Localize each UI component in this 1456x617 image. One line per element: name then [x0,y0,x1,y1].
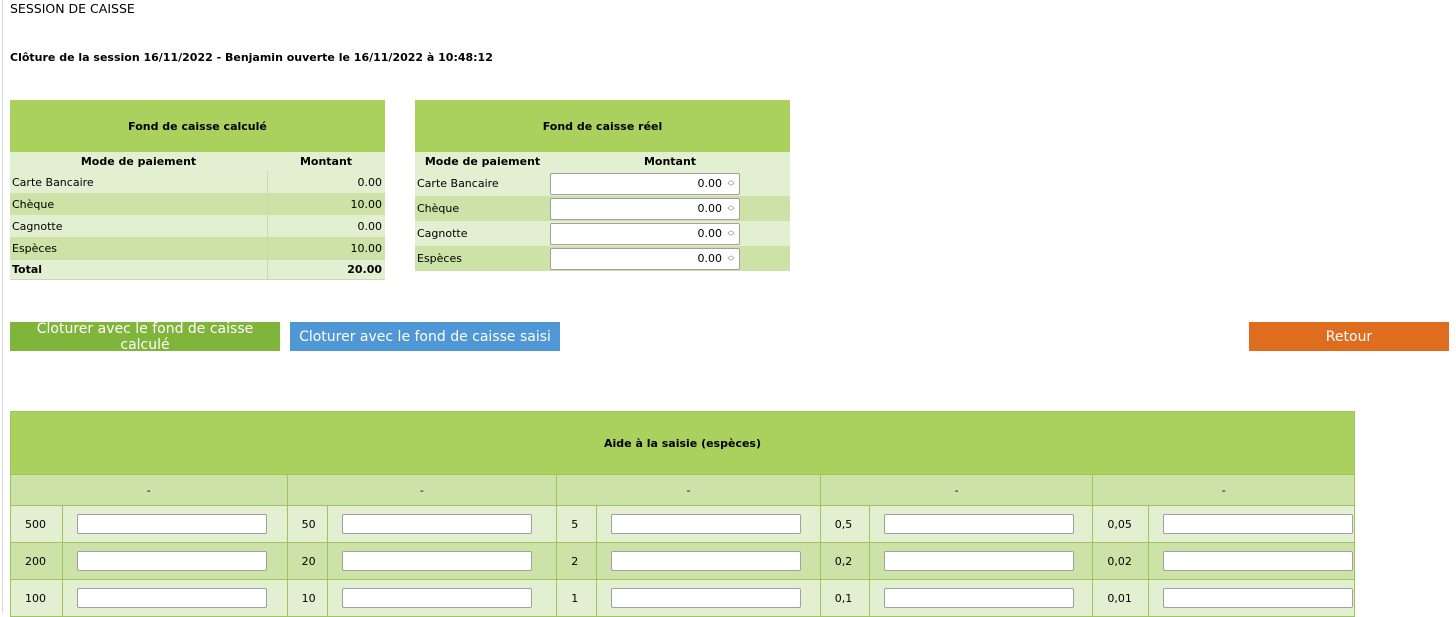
session-info: Clôture de la session 16/11/2022 - Benja… [10,51,493,64]
close-with-calculated-button[interactable]: Cloturer avec le fond de caisse calculé [10,321,280,353]
table-row: 500 50 5 0,5 0,05 [10,505,1355,543]
denomination-label: 0,5 [819,505,870,543]
count-input-0-5[interactable] [883,514,1074,534]
denomination-label: 1 [556,579,598,617]
close-with-entered-button[interactable]: Cloturer avec le fond de caisse saisi [290,322,560,351]
amount-input-value: 0.00 [697,202,723,215]
table-row: Carte Bancaire 0.00 ︿ ﹀ [415,171,790,196]
amount-input-cheque[interactable]: 0.00 ︿ ﹀ [550,197,740,220]
helper-column-header: - [286,474,557,506]
denomination-label: 20 [286,542,328,580]
col-header-payment-mode: Mode de paiement [415,152,550,171]
amount-value: 0.00 [266,171,385,193]
denomination-label: 0,02 [1092,542,1150,580]
helper-column-header: - [819,474,1093,506]
count-input-1[interactable] [611,588,802,608]
count-input-0-02[interactable] [1163,551,1354,571]
payment-mode-label: Carte Bancaire [415,171,550,196]
table-row: Carte Bancaire 0.00 [10,171,385,193]
amount-value: 10.00 [266,237,385,260]
payment-mode-label: Carte Bancaire [10,171,267,193]
cash-entry-helper-table: Aide à la saisie (espèces) - - - - - 500… [10,411,1355,617]
spinner-icon[interactable]: ︿ ﹀ [726,226,736,241]
amount-input-value: 0.00 [697,252,723,265]
count-input-100[interactable] [77,588,267,608]
payment-mode-label: Chèque [415,196,550,221]
table-row: Chèque 10.00 [10,193,385,215]
total-row: Total 20.00 [10,259,385,280]
denomination-label: 2 [556,542,598,580]
payment-mode-label: Espèces [415,246,550,271]
helper-column-header: - [556,474,821,506]
table-row: 100 10 1 0,1 0,01 [10,579,1355,617]
table-row: Chèque 0.00 ︿ ﹀ [415,196,790,221]
calculated-fund-table: Fond de caisse calculé Mode de paiement … [10,100,385,280]
count-input-200[interactable] [77,551,267,571]
total-amount: 20.00 [266,259,385,280]
table-row: Cagnotte 0.00 [10,215,385,237]
payment-mode-label: Cagnotte [10,215,267,237]
amount-value: 10.00 [266,193,385,215]
denomination-label: 500 [10,505,63,543]
payment-mode-label: Espèces [10,237,267,260]
spinner-icon[interactable]: ︿ ﹀ [726,176,736,191]
table-row: Cagnotte 0.00 ︿ ﹀ [415,221,790,246]
payment-mode-label: Chèque [10,193,267,215]
denomination-label: 100 [10,579,63,617]
helper-title: Aide à la saisie (espèces) [10,411,1355,475]
table-row: 200 20 2 0,2 0,02 [10,542,1355,580]
col-header-amount: Montant [267,152,385,171]
count-input-0-1[interactable] [883,588,1074,608]
page-title: SESSION DE CAISSE [10,1,135,16]
page-left-border [2,0,3,613]
count-input-0-2[interactable] [883,551,1074,571]
table-row: Espèces 0.00 ︿ ﹀ [415,246,790,271]
total-label: Total [10,259,267,280]
denomination-label: 10 [286,579,328,617]
back-button[interactable]: Retour [1249,322,1449,351]
amount-input-value: 0.00 [697,227,723,240]
amount-input-cagnotte[interactable]: 0.00 ︿ ﹀ [550,222,740,245]
denomination-label: 200 [10,542,63,580]
col-header-payment-mode: Mode de paiement [10,152,267,171]
calculated-fund-title: Fond de caisse calculé [10,100,385,152]
count-input-0-05[interactable] [1163,514,1354,534]
denomination-label: 0,1 [819,579,870,617]
count-input-5[interactable] [611,514,802,534]
amount-input-carte-bancaire[interactable]: 0.00 ︿ ﹀ [550,172,740,195]
count-input-2[interactable] [611,551,802,571]
count-input-500[interactable] [77,514,267,534]
spinner-icon[interactable]: ︿ ﹀ [726,201,736,216]
denomination-label: 0,05 [1092,505,1150,543]
payment-mode-label: Cagnotte [415,221,550,246]
col-header-amount: Montant [550,152,790,171]
count-input-20[interactable] [341,551,532,571]
real-fund-table: Fond de caisse réel Mode de paiement Mon… [415,100,790,271]
amount-value: 0.00 [266,215,385,237]
denomination-label: 50 [286,505,328,543]
helper-column-header: - [10,474,288,506]
count-input-50[interactable] [341,514,532,534]
helper-column-header: - [1092,474,1355,506]
table-row: Espèces 10.00 [10,237,385,260]
denomination-label: 0,01 [1092,579,1150,617]
count-input-0-01[interactable] [1163,588,1354,608]
amount-input-especes[interactable]: 0.00 ︿ ﹀ [550,247,740,270]
denomination-label: 5 [556,505,598,543]
count-input-10[interactable] [341,588,532,608]
spinner-icon[interactable]: ︿ ﹀ [726,251,736,266]
real-fund-title: Fond de caisse réel [415,100,790,152]
denomination-label: 0,2 [819,542,870,580]
amount-input-value: 0.00 [697,177,723,190]
